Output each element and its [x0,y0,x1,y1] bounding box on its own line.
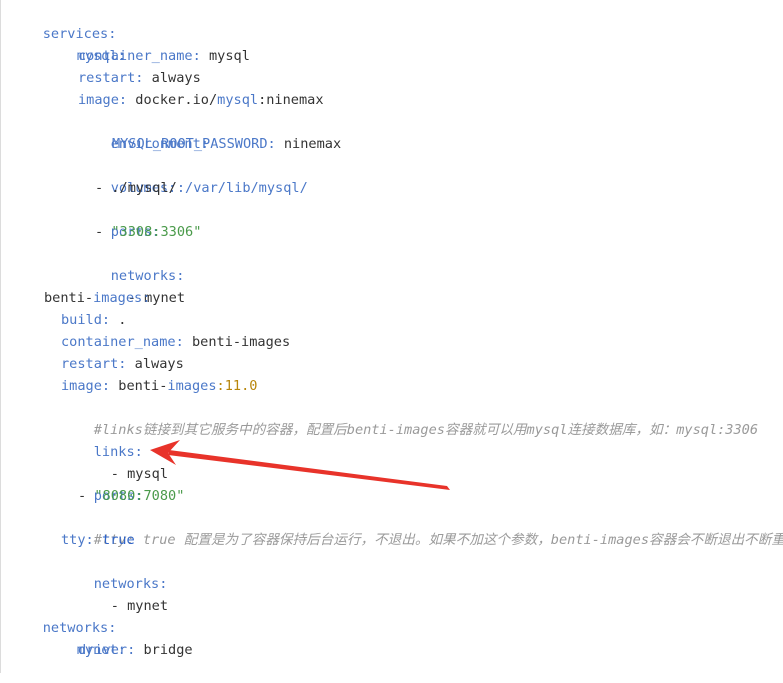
yaml-value: benti-images [191,334,291,350]
code-line: tty: true [61,529,135,551]
code-line: container_name: mysql [78,45,250,67]
yaml-key-benti-prefix: benti- [44,290,94,306]
code-line: MYSQL_ROOT_PASSWORD: ninemax [112,133,341,155]
yaml-key-restart: restart: [78,70,144,86]
yaml-number: :11.0 [216,378,258,394]
code-line: - mysql [78,441,168,482]
yaml-value-highlight: :/var/lib/mysql/ [176,180,308,196]
code-line: networks: [78,243,185,284]
yaml-value: bridge [143,642,193,658]
code-line: environment: [78,111,209,152]
yaml-dash: - [95,224,112,240]
yaml-value: benti- [118,378,168,394]
yaml-comment-tty: #tty: true 配置是为了容器保持后台运行，不退出。如果不加这个参数，be… [93,532,783,548]
yaml-comment-links: #links链接到其它服务中的容器，配置后benti-images容器就可以用m… [93,422,759,438]
code-editor: services: mysql: container_name: mysql r… [0,0,783,673]
code-line: ports: [78,199,160,240]
code-line: #links链接到其它服务中的容器，配置后benti-images容器就可以用m… [61,397,758,438]
yaml-key-image: image: [78,92,128,108]
code-line: - mynet [78,573,168,614]
yaml-value: - mynet [110,598,169,614]
code-line: links: [61,419,143,460]
yaml-dash: - [78,488,95,504]
yaml-boolean: true [101,532,135,548]
yaml-key-benti-images: images: [93,290,151,306]
yaml-key-image: image: [61,378,111,394]
yaml-value: . [118,312,127,328]
yaml-value: always [151,70,201,86]
code-line: restart: always [78,67,201,89]
yaml-value-highlight: images [167,378,217,394]
code-line: container_name: benti-images [61,331,290,353]
code-line: ports: [61,463,143,504]
code-line: networks: [61,551,168,592]
yaml-key-restart: restart: [61,356,127,372]
code-line: volumes: [78,155,176,196]
code-line: mynet: [44,617,126,658]
code-line: image: docker.io/mysql:ninemax [78,89,324,111]
yaml-key-build: build: [61,312,111,328]
code-line: networks: [10,595,117,636]
code-line: - ./mysql/:/var/lib/mysql/ [95,177,308,199]
yaml-string: "3308:3306" [111,224,202,240]
code-line: services: [10,1,117,42]
code-line: #tty: true 配置是为了容器保持后台运行，不退出。如果不加这个参数，be… [61,507,783,548]
yaml-key-tty: tty: [61,532,94,548]
yaml-value-highlight: mysql [217,92,259,108]
yaml-value: mysql [208,48,250,64]
yaml-key-driver: driver: [78,642,136,658]
code-line: - mynet [95,265,185,306]
code-line: build: . [61,309,126,331]
code-line: benti-images: [44,287,150,309]
code-line: restart: always [61,353,184,375]
yaml-value: always [134,356,184,372]
yaml-key-container-name: container_name: [61,334,184,350]
code-line: mysql: [44,23,126,64]
yaml-value: - ./mysql/ [95,180,177,196]
yaml-string: "8080:7080" [94,488,185,504]
yaml-value: ninemax [283,136,342,152]
yaml-key-env-var: MYSQL_ROOT_PASSWORD: [112,136,276,152]
code-line: - "3308:3306" [95,221,201,243]
yaml-value: :ninemax [258,92,324,108]
code-line: image: benti-images:11.0 [61,375,257,397]
code-line: - "8080:7080" [78,485,184,507]
yaml-value: docker.io/ [135,92,218,108]
yaml-key-container-name: container_name: [78,48,201,64]
code-line: driver: bridge [78,639,193,661]
